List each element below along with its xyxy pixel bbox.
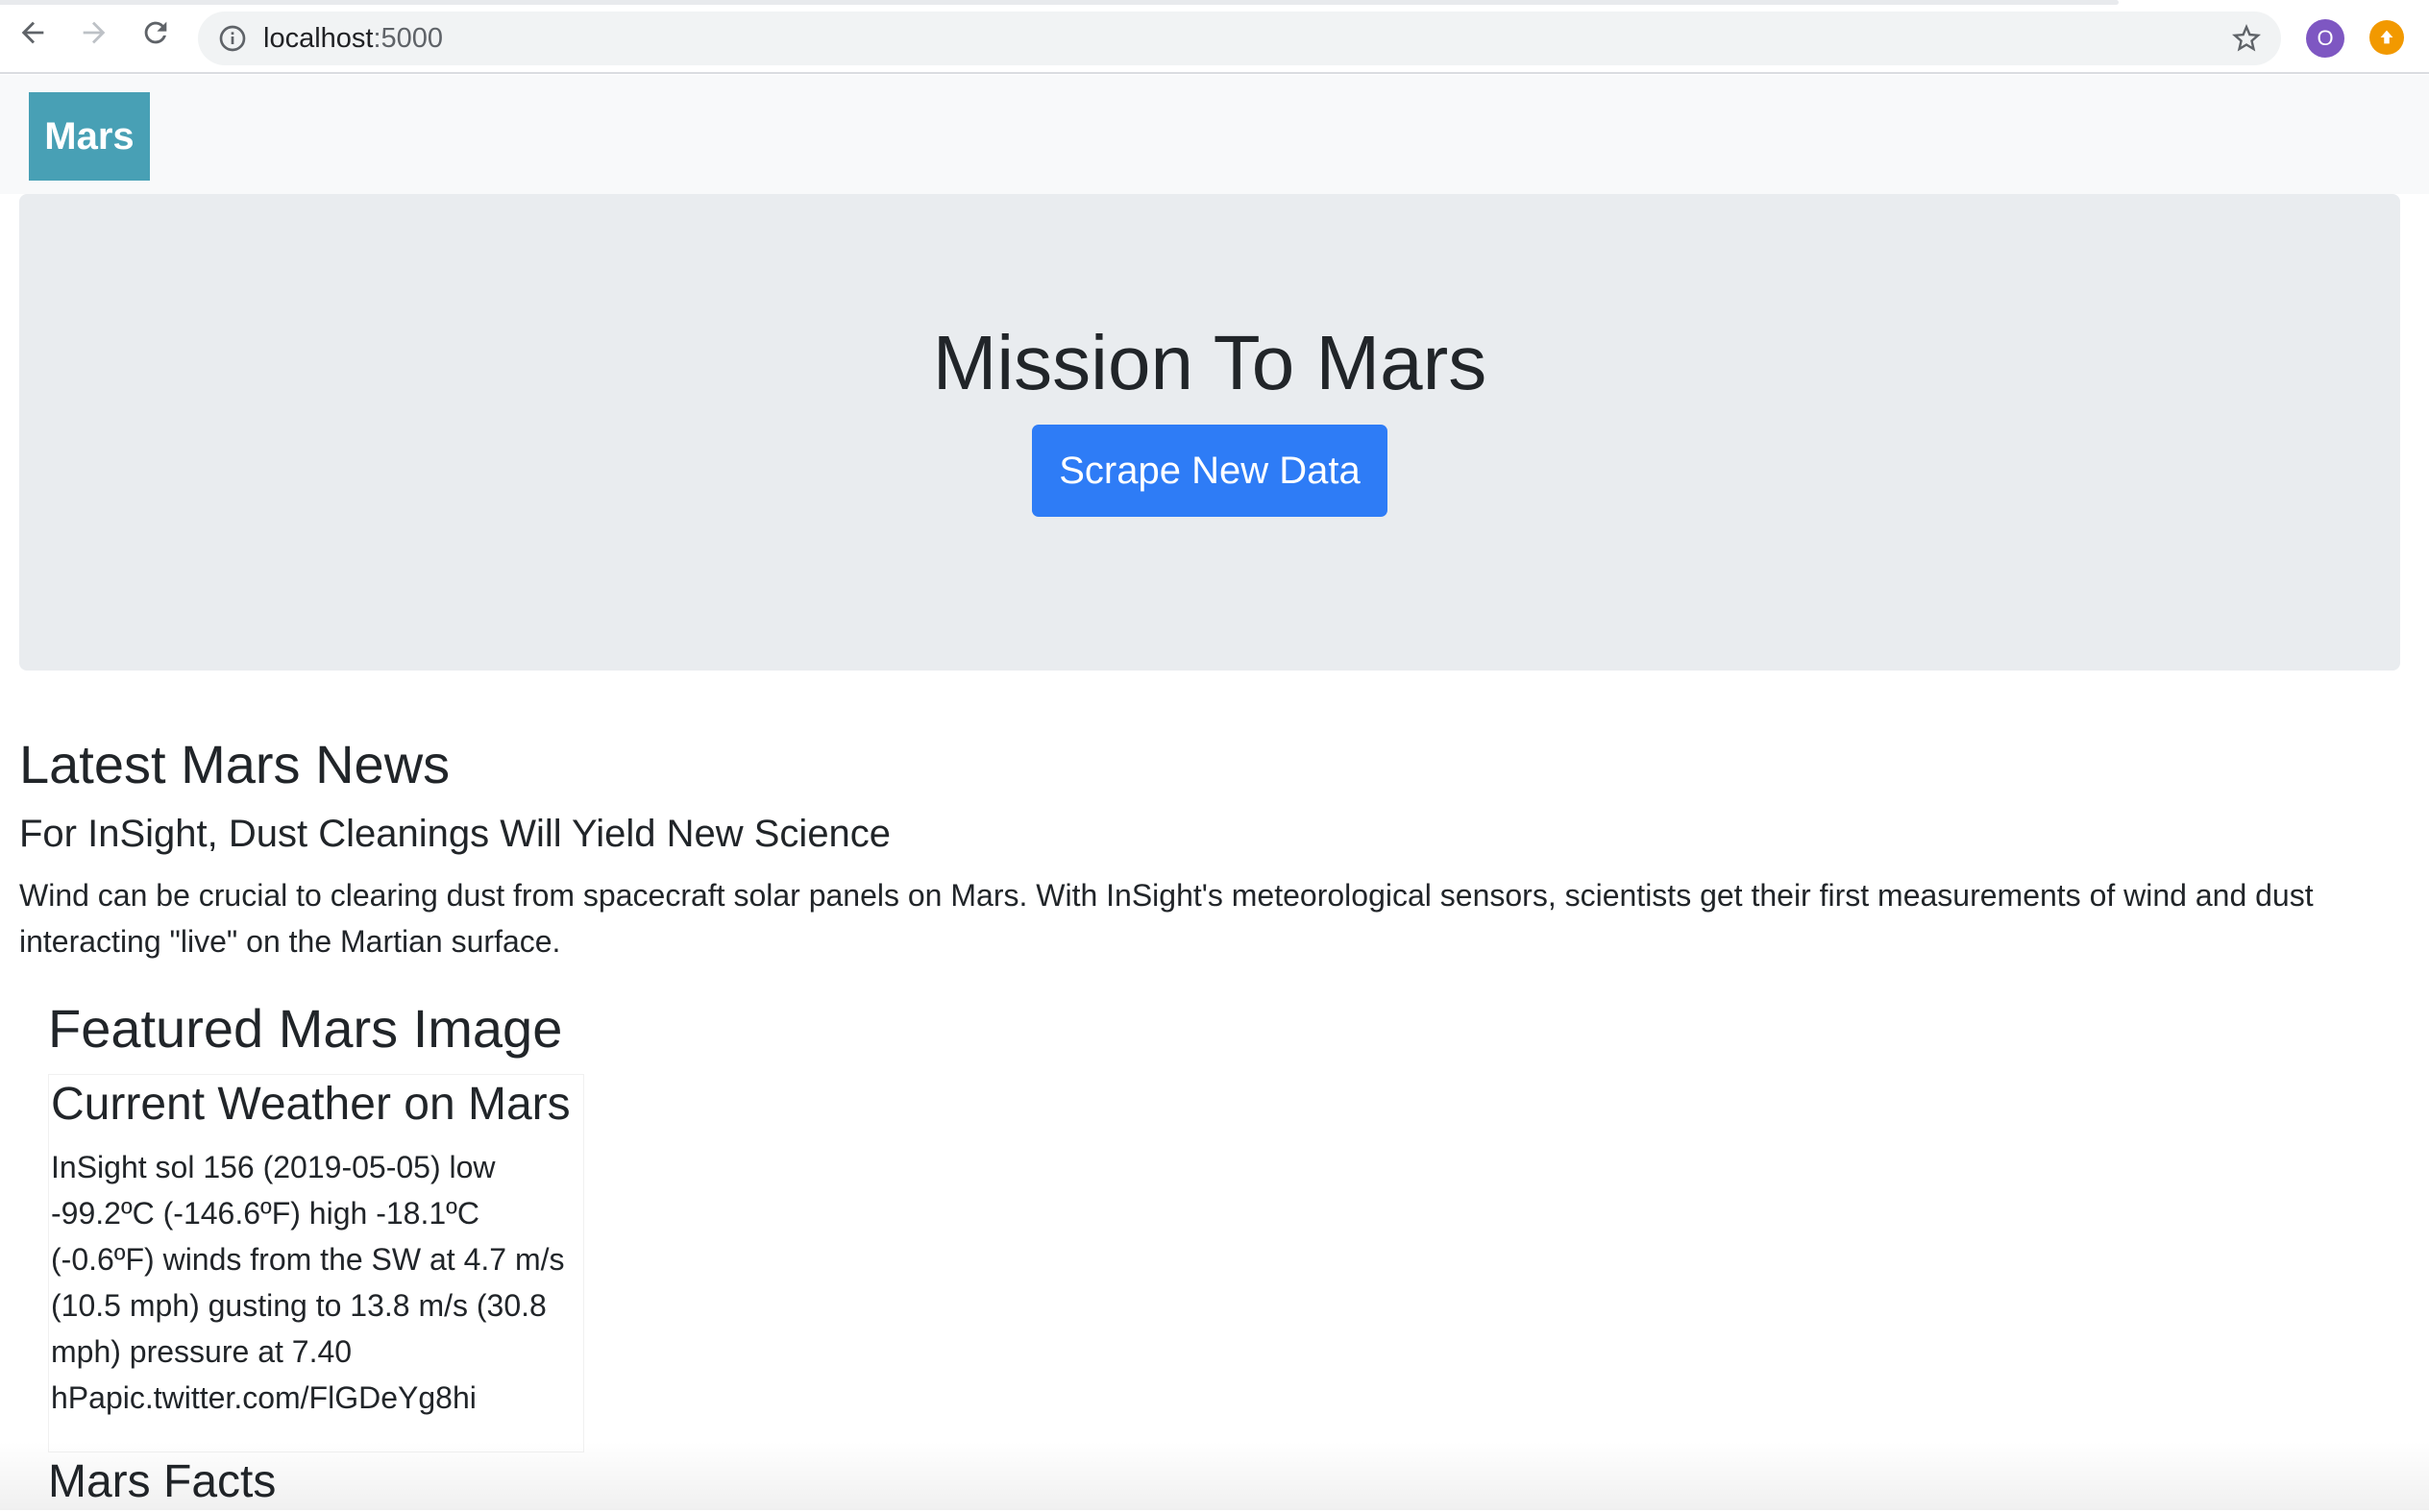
browser-toolbar: localhost:5000 O [0,0,2429,74]
navbar: Mars [0,75,2429,194]
profile-avatar[interactable]: O [2306,19,2344,58]
weather-text: InSight sol 156 (2019-05-05) low -99.2ºC… [51,1150,565,1415]
url-text: localhost:5000 [263,22,443,55]
weather-card: Current Weather on Mars InSight sol 156 … [48,1074,584,1452]
url-port: :5000 [373,23,444,54]
page-load-progress [0,0,2119,5]
mars-facts-heading: Mars Facts [48,1456,277,1507]
news-paragraph: Wind can be crucial to clearing dust fro… [19,878,2314,959]
reload-button[interactable] [136,13,175,52]
reload-icon [144,21,167,44]
back-button[interactable] [13,13,52,52]
forward-button[interactable] [75,13,113,52]
featured-image-heading: Featured Mars Image [48,998,563,1059]
latest-news-heading: Latest Mars News [19,734,451,794]
scrape-new-data-button[interactable]: Scrape New Data [1032,425,1387,517]
jumbotron: Mission To Mars Scrape New Data [19,194,2400,671]
news-title: For InSight, Dust Cleanings Will Yield N… [19,813,892,855]
page-title: Mission To Mars [932,320,1487,405]
address-bar[interactable]: localhost:5000 [198,12,2281,65]
arrow-right-icon [83,21,106,44]
navbar-brand[interactable]: Mars [29,92,150,181]
info-icon[interactable] [217,23,248,54]
arrow-up-icon [2380,30,2393,44]
update-icon[interactable] [2369,20,2404,55]
weather-heading: Current Weather on Mars [51,1079,571,1130]
url-host: localhost [263,23,374,54]
bookmark-star-icon[interactable] [2229,21,2264,56]
arrow-left-icon [21,21,44,44]
